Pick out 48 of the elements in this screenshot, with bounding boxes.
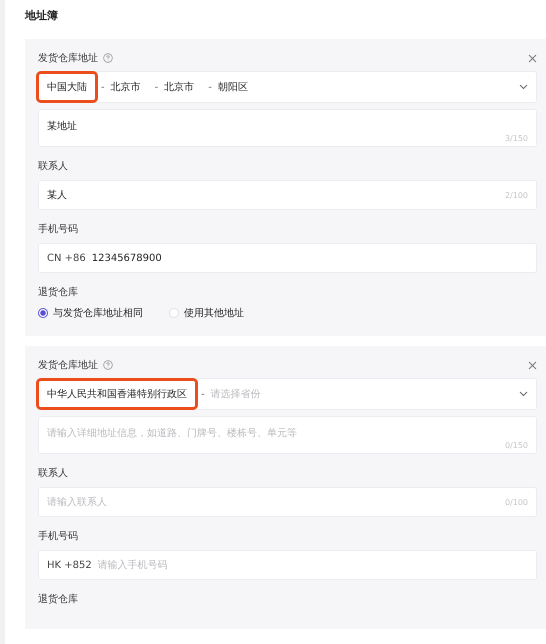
region-select[interactable]: 中华人民共和国香港特别行政区 - 请选择省份 [38,378,537,410]
address-placeholder: 请输入详细地址信息，如道路、门牌号、楼栋号、单元等 [47,426,297,440]
radio-option[interactable]: 与发货仓库地址相同 [38,306,143,320]
radio-option[interactable]: 使用其他地址 [169,306,244,320]
country-code[interactable]: CN +86 [47,252,86,264]
page-title: 地址簿 [25,8,59,23]
separator: - [207,82,213,92]
field-label: 手机号码 [38,222,79,236]
field-label: 退货仓库 [38,592,79,606]
address-value: 某地址 [47,120,77,133]
close-icon[interactable] [528,54,537,62]
field-label: 退货仓库 [38,286,79,299]
region-value: 北京市 [164,80,194,94]
field-label: 发货仓库地址 [38,358,98,372]
contact-field[interactable]: 某人 2/100 [38,180,537,210]
separator: - [100,82,106,92]
field-label: 联系人 [38,160,69,173]
region-value: 中国大陆 [47,82,87,93]
char-count: 0/150 [504,441,528,450]
chevron-down-icon [519,84,528,90]
country-code[interactable]: HK +852 [47,560,92,570]
address-field[interactable]: 某地址 3/150 [38,109,537,147]
phone-placeholder: 请输入手机号码 [98,558,168,572]
close-icon[interactable] [528,360,537,370]
region-select[interactable]: 中国大陆 - 北京市 - 北京市 - 朝阳区 [38,71,537,103]
char-count: 0/100 [504,498,528,506]
region-placeholder: 请选择省份 [210,388,261,401]
char-count: 2/100 [504,190,528,200]
help-icon[interactable] [103,53,113,63]
separator: - [200,388,206,400]
phone-field[interactable]: HK +852 请输入手机号码 [38,550,537,580]
phone-field[interactable]: CN +86 12345678900 [38,243,537,273]
region-value: 北京市 [110,80,141,94]
field-label: 手机号码 [38,530,79,543]
phone-value: 12345678900 [92,252,162,264]
region-value: 中华人民共和国香港特别行政区 [47,389,187,400]
separator: - [154,82,160,92]
field-label: 联系人 [38,466,69,480]
radio-label: 使用其他地址 [184,306,244,320]
chevron-down-icon [519,391,528,397]
radio-label: 与发货仓库地址相同 [53,306,143,320]
region-value: 朝阳区 [218,80,248,94]
help-icon[interactable] [103,360,113,370]
contact-placeholder: 请输入联系人 [47,496,107,509]
radio-button[interactable] [38,308,48,318]
char-count: 3/150 [504,134,528,143]
field-label: 发货仓库地址 [38,52,98,65]
contact-value: 某人 [47,188,67,202]
